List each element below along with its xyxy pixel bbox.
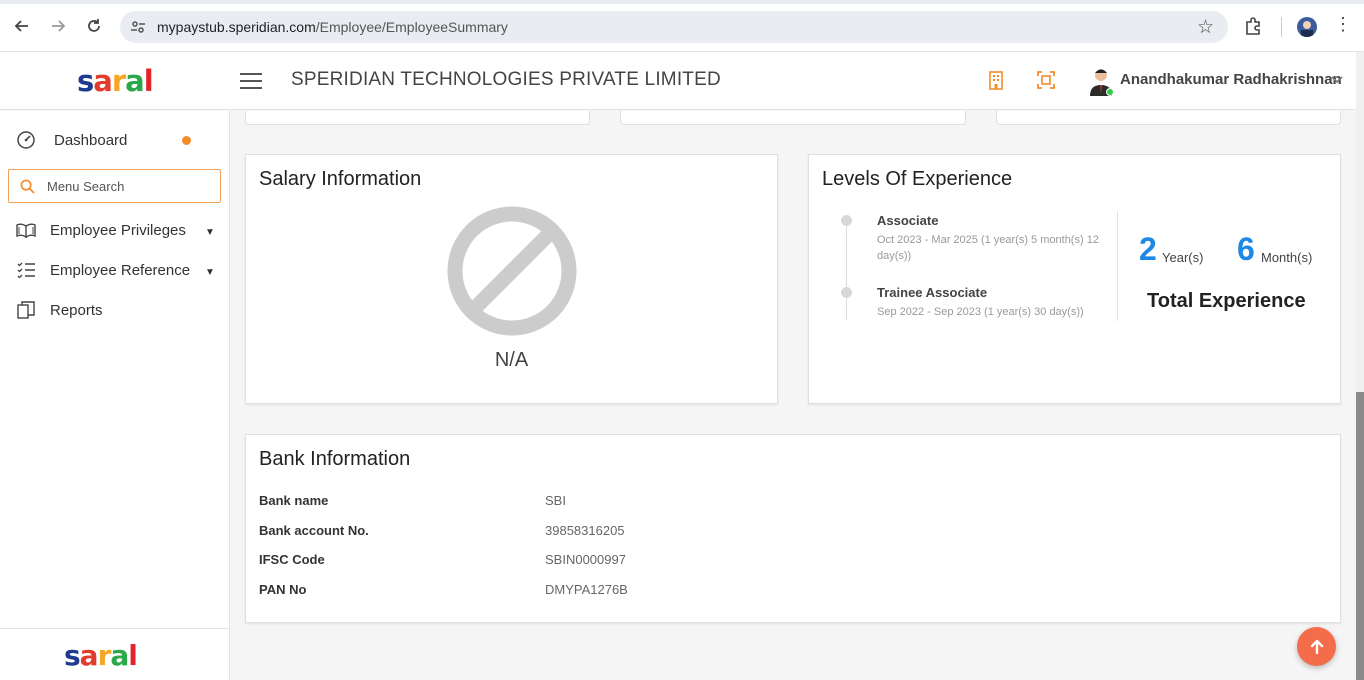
tab-strip-edge xyxy=(0,0,1364,4)
copy-icon xyxy=(17,301,35,319)
app-header: saral SPERIDIAN TECHNOLOGIES PRIVATE LIM… xyxy=(0,52,1356,110)
sidebar-item-employee-reference[interactable]: Employee Reference ▼ xyxy=(0,254,230,286)
toolbar-divider xyxy=(1281,17,1282,37)
search-input[interactable] xyxy=(47,176,217,196)
experience-period: Sep 2022 - Sep 2023 (1 year(s) 30 day(s)… xyxy=(877,306,1084,318)
forward-arrow-icon[interactable] xyxy=(46,14,70,38)
salary-value: N/A xyxy=(494,349,529,371)
arrow-up-icon xyxy=(1310,639,1323,654)
pan-no-label: PAN No xyxy=(259,582,307,597)
fullscreen-icon[interactable] xyxy=(1036,70,1056,90)
user-name[interactable]: Anandhakumar Radhakrishnan xyxy=(1120,71,1342,88)
back-arrow-icon[interactable] xyxy=(10,14,34,38)
card-stub xyxy=(245,111,590,125)
salary-card-title: Salary Information xyxy=(259,168,422,190)
experience-period: Oct 2023 - Mar 2025 (1 year(s) 5 month(s… xyxy=(877,234,1099,262)
sidebar-item-reports[interactable]: Reports xyxy=(0,294,230,326)
total-experience-label: Total Experience xyxy=(1147,290,1306,312)
checklist-icon xyxy=(17,262,35,279)
sidebar-item-label: Reports xyxy=(50,301,103,319)
url-text: mypaystub.speridian.com/Employee/Employe… xyxy=(157,19,508,35)
chevron-down-icon[interactable] xyxy=(1331,72,1343,87)
pan-no-value: DMYPA1276B xyxy=(545,582,628,597)
bank-information-card: Bank Information Bank name SBI Bank acco… xyxy=(245,434,1341,623)
extensions-icon[interactable] xyxy=(1244,16,1264,36)
caret-down-icon: ▼ xyxy=(205,267,215,278)
timeline-dot xyxy=(841,287,852,298)
caret-down-icon: ▼ xyxy=(205,227,215,238)
user-avatar[interactable] xyxy=(1088,66,1114,96)
sidebar-item-label: Employee Reference xyxy=(50,261,191,279)
sidebar: Dashboard Employee Privileges ▼ Employee… xyxy=(0,111,230,680)
not-available-icon xyxy=(447,206,577,336)
sidebar-item-dashboard[interactable]: Dashboard xyxy=(0,124,230,156)
address-bar[interactable]: mypaystub.speridian.com/Employee/Employe… xyxy=(120,11,1228,43)
card-stub xyxy=(620,111,966,125)
online-status-dot xyxy=(1106,88,1114,96)
scrollbar-thumb[interactable] xyxy=(1356,392,1364,680)
notification-dot xyxy=(182,136,191,145)
browser-menu-icon[interactable]: ⋮ xyxy=(1334,14,1352,35)
hamburger-menu-icon[interactable] xyxy=(240,73,262,89)
months-unit: Month(s) xyxy=(1261,250,1313,265)
years-unit: Year(s) xyxy=(1162,250,1204,265)
scroll-to-top-button[interactable] xyxy=(1297,627,1336,666)
bank-account-value: 39858316205 xyxy=(545,523,625,538)
reload-icon[interactable] xyxy=(82,14,106,38)
building-icon[interactable] xyxy=(986,70,1006,90)
ifsc-code-value: SBIN0000997 xyxy=(545,552,626,567)
experience-months: 6 xyxy=(1237,231,1255,267)
book-icon xyxy=(16,223,36,239)
company-name: SPERIDIAN TECHNOLOGIES PRIVATE LIMITED xyxy=(291,69,721,90)
browser-toolbar: mypaystub.speridian.com/Employee/Employe… xyxy=(0,0,1364,52)
bank-card-title: Bank Information xyxy=(259,448,411,470)
saral-logo[interactable]: saral xyxy=(77,64,154,98)
gauge-icon xyxy=(17,131,35,149)
saral-footer-logo: saral xyxy=(64,639,138,672)
site-settings-icon[interactable] xyxy=(130,19,146,35)
card-stub xyxy=(996,111,1341,125)
experience-years: 2 xyxy=(1139,231,1157,267)
salary-information-card: Salary Information N/A xyxy=(245,154,778,404)
sidebar-item-employee-privileges[interactable]: Employee Privileges ▼ xyxy=(0,214,230,246)
experience-role: Trainee Associate xyxy=(877,285,988,300)
sidebar-footer: saral xyxy=(0,628,229,680)
sidebar-item-label: Dashboard xyxy=(54,131,128,149)
bank-name-value: SBI xyxy=(545,493,566,508)
ifsc-code-label: IFSC Code xyxy=(259,552,325,567)
timeline-dot xyxy=(841,215,852,226)
sidebar-item-label: Employee Privileges xyxy=(50,221,186,239)
experience-role: Associate xyxy=(877,213,939,228)
levels-of-experience-card: Levels Of Experience Associate Oct 2023 … xyxy=(808,154,1341,404)
menu-search[interactable] xyxy=(8,169,221,203)
bank-name-label: Bank name xyxy=(259,493,329,508)
timeline-line xyxy=(846,220,847,320)
profile-avatar-icon[interactable] xyxy=(1297,17,1317,37)
experience-card-title: Levels Of Experience xyxy=(822,168,1013,190)
divider xyxy=(1117,211,1118,321)
bank-account-label: Bank account No. xyxy=(259,523,369,538)
search-icon xyxy=(20,179,35,194)
bookmark-star-icon[interactable]: ☆ xyxy=(1197,16,1214,39)
